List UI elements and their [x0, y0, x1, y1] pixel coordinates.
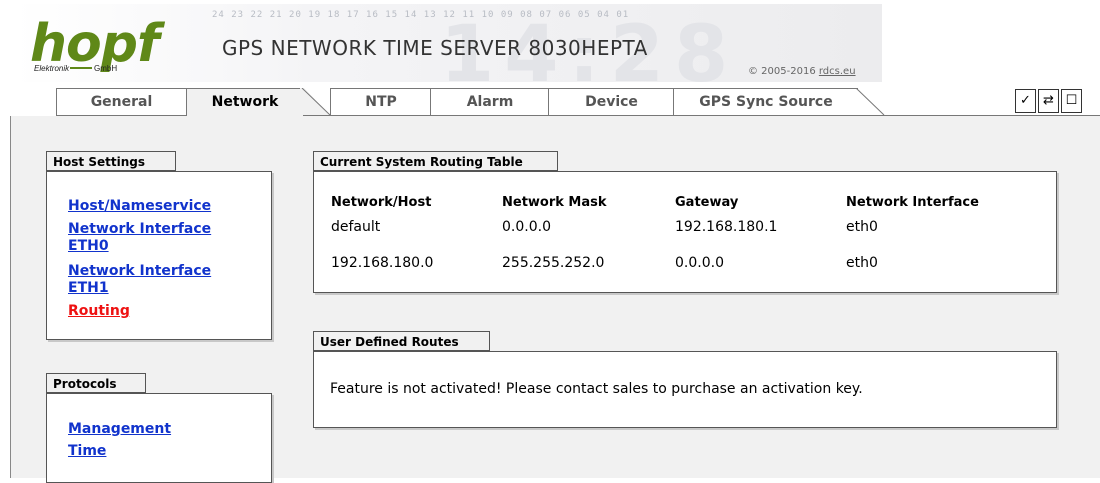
hopf-logo: hopf: [30, 14, 160, 74]
copyright: © 2005-2016 rdcs.eu: [748, 66, 856, 77]
tab-network-slant: [300, 88, 331, 116]
nav-network-interface-eth1[interactable]: Network Interface ETH1: [68, 263, 218, 297]
tab-general[interactable]: General: [56, 88, 187, 115]
page-header: 24 23 22 21 20 19 18 17 16 15 14 13 12 1…: [0, 0, 1100, 94]
logo-company: Elektronik: [34, 64, 70, 73]
nav-network-interface-eth0[interactable]: Network Interface ETH0: [68, 221, 218, 255]
activation-message: Feature is not activated! Please contact…: [330, 381, 863, 397]
user-defined-routes-header: User Defined Routes: [313, 331, 490, 351]
product-title: GPS NETWORK TIME SERVER 8030HEPTA: [222, 36, 648, 60]
table-cell: eth0: [846, 255, 878, 271]
logo-gmbh: GmbH: [94, 64, 118, 73]
tab-device[interactable]: Device: [548, 88, 675, 115]
copyright-text: © 2005-2016: [748, 66, 819, 77]
nav-routing[interactable]: Routing: [68, 303, 130, 320]
tab-network[interactable]: Network: [186, 88, 303, 116]
host-settings-header: Host Settings: [46, 151, 176, 171]
window-icon[interactable]: ☐: [1061, 89, 1082, 113]
table-cell: 0.0.0.0: [675, 255, 724, 271]
protocols-box: [46, 393, 272, 483]
tab-gps-slant: [855, 88, 885, 115]
column-header-gateway: Gateway: [675, 195, 739, 210]
routing-table-header: Current System Routing Table: [313, 151, 558, 171]
refresh-icon[interactable]: ⇄: [1038, 89, 1059, 113]
tab-gps-sync-source[interactable]: GPS Sync Source: [673, 88, 858, 115]
table-cell: 255.255.252.0: [502, 255, 605, 271]
check-icon[interactable]: ✓: [1015, 89, 1036, 113]
table-cell: 192.168.180.0: [331, 255, 434, 271]
column-header-network-mask: Network Mask: [502, 195, 607, 210]
nav-management[interactable]: Management: [68, 421, 171, 438]
table-cell: 0.0.0.0: [502, 219, 551, 235]
copyright-link[interactable]: rdcs.eu: [819, 66, 856, 77]
protocols-header: Protocols: [46, 373, 146, 393]
table-cell: eth0: [846, 219, 878, 235]
column-header-network-host: Network/Host: [331, 195, 432, 210]
nav-time[interactable]: Time: [68, 443, 106, 460]
logo-divider: [70, 67, 92, 69]
tab-ntp[interactable]: NTP: [330, 88, 432, 115]
table-cell: 192.168.180.1: [675, 219, 778, 235]
column-header-network-interface: Network Interface: [846, 195, 979, 210]
table-cell: default: [331, 219, 381, 235]
tab-alarm[interactable]: Alarm: [430, 88, 550, 115]
nav-host-nameservice[interactable]: Host/Nameservice: [68, 198, 211, 215]
